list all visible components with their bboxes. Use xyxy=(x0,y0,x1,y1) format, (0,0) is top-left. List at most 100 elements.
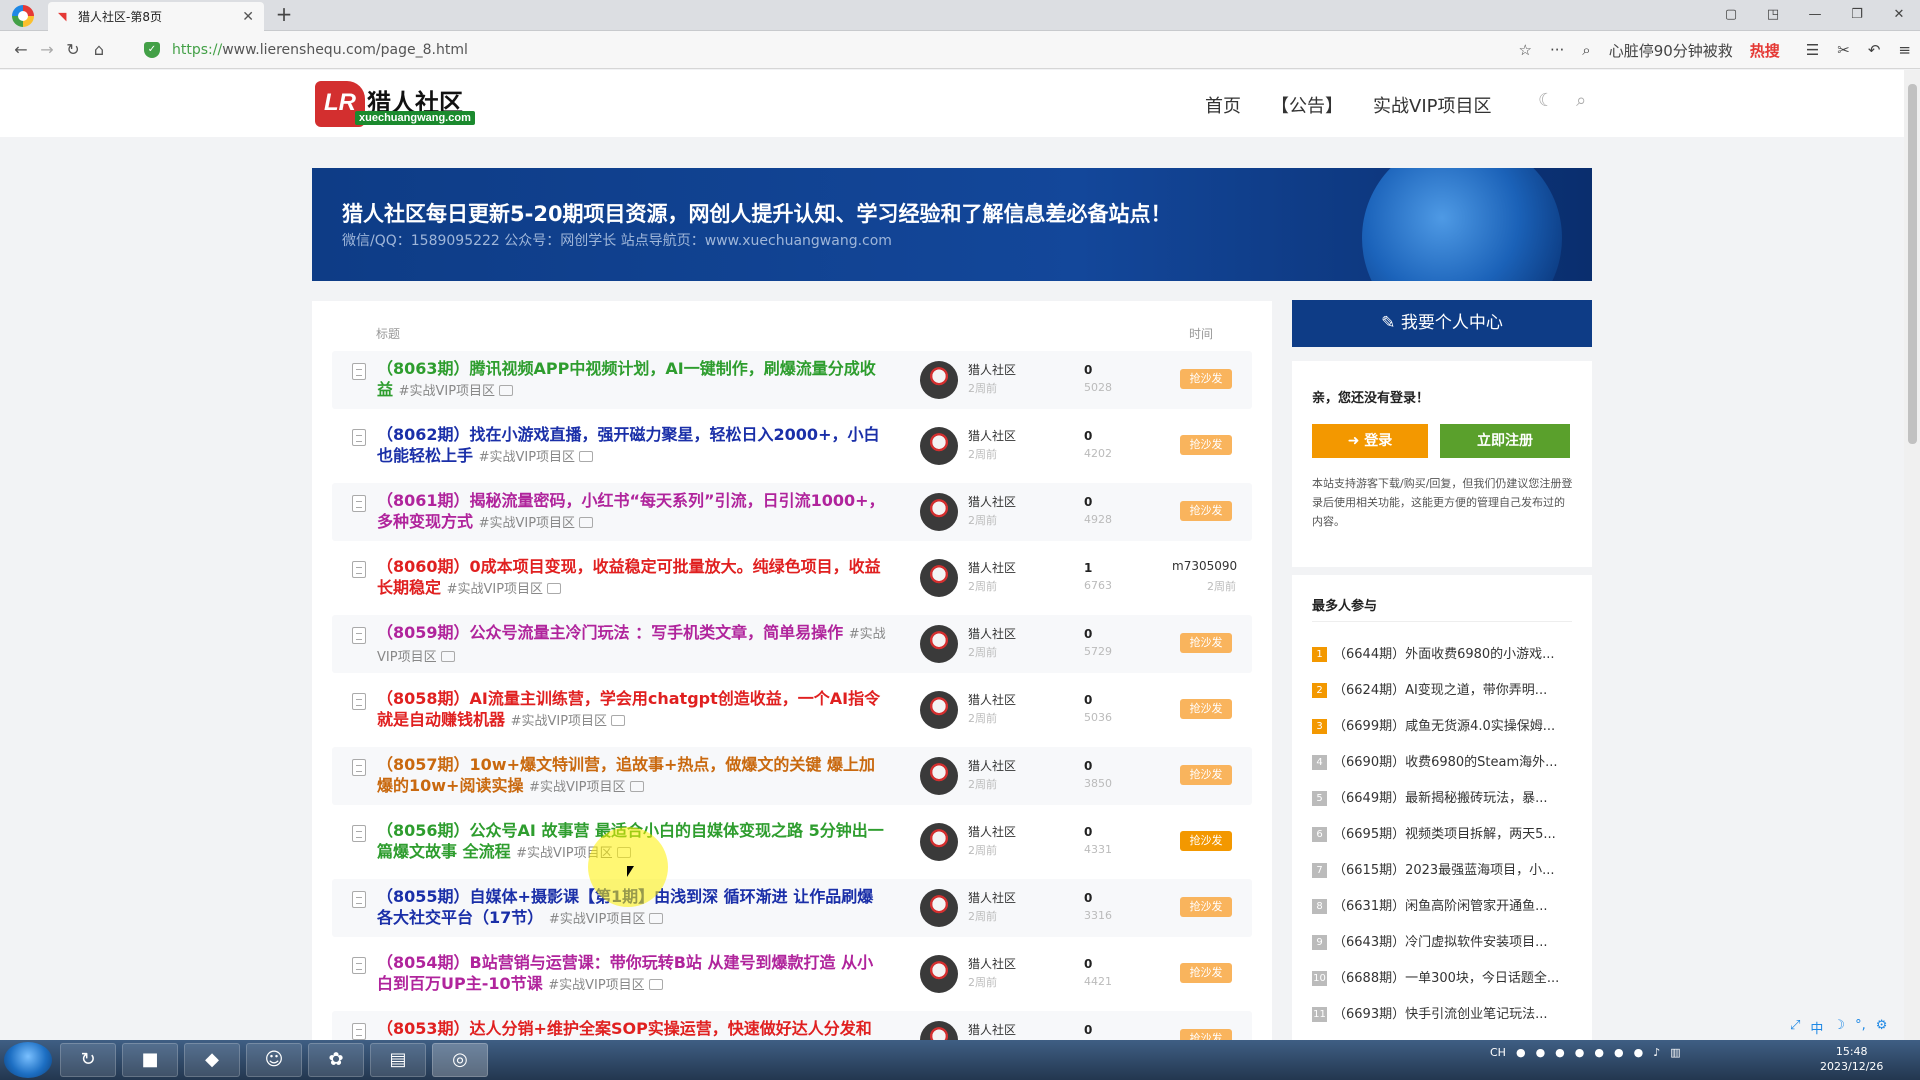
author-name[interactable]: 猎人社区 xyxy=(968,955,1016,972)
thread-title[interactable]: （8053期）达人分销+维护全案SOP实操运营，快速做好达人分发和达人 xyxy=(377,1018,887,1040)
table-row[interactable]: （8063期）腾讯视频APP中视频计划，AI一键制作，刷爆流量分成收益 #实战V… xyxy=(332,351,1252,409)
author-name[interactable]: 猎人社区 xyxy=(968,427,1016,444)
network-icon[interactable]: ▥ xyxy=(1670,1046,1680,1059)
more-icon[interactable]: ··· xyxy=(1550,41,1564,59)
avatar[interactable] xyxy=(920,757,958,795)
menu-vip[interactable]: 实战VIP项目区 xyxy=(1373,92,1491,118)
menu-icon[interactable]: ≡ xyxy=(1898,41,1911,59)
tray-icon-4[interactable]: ● xyxy=(1575,1046,1585,1059)
favorites-icon[interactable]: ☰ xyxy=(1806,41,1819,59)
active-tab[interactable]: ◥ 猎人社区-第8页 ✕ xyxy=(48,2,264,31)
site-logo[interactable]: LR 猎人社区 xuechuangwang.com xyxy=(315,81,475,129)
table-row[interactable]: （8053期）达人分销+维护全案SOP实操运营，快速做好达人分发和达人 猎人社区… xyxy=(332,1011,1252,1040)
author-name[interactable]: 猎人社区 xyxy=(968,559,1016,576)
ime-moon-icon[interactable]: ☽ xyxy=(1833,1018,1845,1037)
sofa-badge[interactable]: 抢沙发 xyxy=(1180,501,1232,521)
sofa-badge[interactable]: 抢沙发 xyxy=(1180,435,1232,455)
hot-list-item[interactable]: 2 （6624期）AI变现之道，带你弄明... xyxy=(1312,679,1582,698)
tray-icon-2[interactable]: ● xyxy=(1536,1046,1546,1059)
avatar[interactable] xyxy=(920,889,958,927)
avatar[interactable] xyxy=(920,1021,958,1040)
tray-icon-3[interactable]: ● xyxy=(1555,1046,1565,1059)
author-name[interactable]: 猎人社区 xyxy=(968,691,1016,708)
author-name[interactable]: 猎人社区 xyxy=(968,823,1016,840)
ime-expand-icon[interactable]: ⤢ xyxy=(1790,1018,1800,1037)
bookmark-star-icon[interactable]: ☆ xyxy=(1519,41,1532,59)
tray-lang[interactable]: CH xyxy=(1490,1046,1506,1059)
tray-icon-6[interactable]: ● xyxy=(1614,1046,1624,1059)
thread-title[interactable]: （8060期）0成本项目变现，收益稳定可批量放大。纯绿色项目，收益长期稳定 #实… xyxy=(377,556,887,600)
ime-punct-icon[interactable]: °, xyxy=(1855,1018,1866,1037)
menu-notice[interactable]: 【公告】 xyxy=(1271,92,1343,118)
hot-list-item[interactable]: 11 （6693期）快手引流创业笔记玩法... xyxy=(1312,1003,1582,1022)
taskbar-qq-icon[interactable]: ☺ xyxy=(246,1043,302,1077)
home-icon[interactable]: ⌂ xyxy=(88,39,110,61)
thread-title[interactable]: （8057期）10w+爆文特训营，追故事+热点，做爆文的关键 爆上加爆的10w+… xyxy=(377,754,887,798)
author-name[interactable]: 猎人社区 xyxy=(968,361,1016,378)
table-row[interactable]: （8061期）揭秘流量密码，小红书“每天系列”引流，日引流1000+，多种变现方… xyxy=(332,483,1252,541)
last-reply-user[interactable]: m7305090 xyxy=(1172,559,1237,573)
avatar[interactable] xyxy=(920,361,958,399)
login-button[interactable]: ➜ 登录 xyxy=(1312,424,1428,458)
skin-icon[interactable]: ◳ xyxy=(1752,0,1794,31)
url-field[interactable]: ✓ https://www.lierenshequ.com/page_8.htm… xyxy=(144,36,1534,64)
restore-icon[interactable]: ❐ xyxy=(1836,0,1878,31)
ime-settings-icon[interactable]: ⚙ xyxy=(1876,1018,1888,1037)
sofa-badge[interactable]: 抢沙发 xyxy=(1180,369,1232,389)
author-name[interactable]: 猎人社区 xyxy=(968,757,1016,774)
author-name[interactable]: 猎人社区 xyxy=(968,493,1016,510)
tray-icon-1[interactable]: ● xyxy=(1516,1046,1526,1059)
ime-mode[interactable]: 中 xyxy=(1810,1018,1823,1037)
scrollbar-thumb[interactable] xyxy=(1908,84,1917,444)
undo-icon[interactable]: ↶ xyxy=(1868,41,1881,59)
hot-list-item[interactable]: 4 （6690期）收费6980的Steam海外... xyxy=(1312,751,1582,770)
thread-title[interactable]: （8062期）找在小游戏直播，强开磁力聚星，轻松日入2000+，小白也能轻松上手… xyxy=(377,424,887,468)
taskbar-app-3[interactable]: ◆ xyxy=(184,1043,240,1077)
table-row[interactable]: （8058期）AI流量主训练营，学会用chatgpt创造收益，一个AI指令就是自… xyxy=(332,681,1252,739)
author-name[interactable]: 猎人社区 xyxy=(968,1021,1016,1038)
thread-category[interactable]: #实战VIP项目区 xyxy=(479,450,575,465)
table-row[interactable]: （8060期）0成本项目变现，收益稳定可批量放大。纯绿色项目，收益长期稳定 #实… xyxy=(332,549,1252,607)
thread-category[interactable]: #实战VIP项目区 xyxy=(479,516,575,531)
clock[interactable]: 15:48 2023/12/26 xyxy=(1820,1044,1883,1074)
tray-icon-7[interactable]: ● xyxy=(1634,1046,1644,1059)
sofa-badge[interactable]: 抢沙发 xyxy=(1180,765,1232,785)
avatar[interactable] xyxy=(920,427,958,465)
close-tab-icon[interactable]: ✕ xyxy=(242,9,254,25)
hot-list-item[interactable]: 9 （6643期）冷门虚拟软件安装项目... xyxy=(1312,931,1582,950)
menu-home[interactable]: 首页 xyxy=(1205,92,1241,118)
table-row[interactable]: （8059期）公众号流量主冷门玩法 ：写手机类文章，简单易操作 #实战VIP项目… xyxy=(332,615,1252,673)
avatar[interactable] xyxy=(920,691,958,729)
hot-list-item[interactable]: 10 （6688期）一单300块，今日话题全... xyxy=(1312,967,1582,986)
sofa-badge[interactable]: 抢沙发 xyxy=(1180,633,1232,653)
thread-title[interactable]: （8054期）B站营销与运营课：带你玩转B站 从建号到爆款打造 从小白到百万UP… xyxy=(377,952,887,996)
hot-list-item[interactable]: 8 （6631期）闲鱼高阶闲管家开通鱼... xyxy=(1312,895,1582,914)
thread-title[interactable]: （8059期）公众号流量主冷门玩法 ：写手机类文章，简单易操作 #实战VIP项目… xyxy=(377,622,887,668)
thread-category[interactable]: #实战VIP项目区 xyxy=(548,978,644,993)
hot-list-item[interactable]: 1 （6644期）外面收费6980的小游戏... xyxy=(1312,643,1582,662)
site-search-icon[interactable]: ⌕ xyxy=(1576,90,1586,111)
avatar[interactable] xyxy=(920,625,958,663)
thread-category[interactable]: #实战VIP项目区 xyxy=(549,912,645,927)
start-button[interactable] xyxy=(4,1042,52,1078)
thread-category[interactable]: #实战VIP项目区 xyxy=(529,780,625,795)
forward-icon[interactable]: → xyxy=(36,39,58,61)
avatar[interactable] xyxy=(920,955,958,993)
thread-title[interactable]: （8063期）腾讯视频APP中视频计划，AI一键制作，刷爆流量分成收益 #实战V… xyxy=(377,358,887,402)
register-button[interactable]: 立即注册 xyxy=(1440,424,1570,458)
browser-logo-icon[interactable] xyxy=(12,5,34,27)
taskbar-app-2[interactable]: ■ xyxy=(122,1043,178,1077)
table-row[interactable]: （8054期）B站营销与运营课：带你玩转B站 从建号到爆款打造 从小白到百万UP… xyxy=(332,945,1252,1003)
taskbar-app-5[interactable]: ✿ xyxy=(308,1043,364,1077)
sofa-badge[interactable]: 抢沙发 xyxy=(1180,831,1232,851)
thread-category[interactable]: #实战VIP项目区 xyxy=(511,714,607,729)
author-name[interactable]: 猎人社区 xyxy=(968,889,1016,906)
taskbar-app-1[interactable]: ↻ xyxy=(60,1043,116,1077)
browser-search-box[interactable]: 心脏停90分钟被救 热搜 xyxy=(1600,40,1789,61)
thread-title[interactable]: （8061期）揭秘流量密码，小红书“每天系列”引流，日引流1000+，多种变现方… xyxy=(377,490,887,534)
tab-count-icon[interactable]: ▢ xyxy=(1710,0,1752,31)
sofa-badge[interactable]: 抢沙发 xyxy=(1180,699,1232,719)
hot-list-item[interactable]: 5 （6649期）最新揭秘搬砖玩法，暴... xyxy=(1312,787,1582,806)
sofa-badge[interactable]: 抢沙发 xyxy=(1180,963,1232,983)
avatar[interactable] xyxy=(920,559,958,597)
